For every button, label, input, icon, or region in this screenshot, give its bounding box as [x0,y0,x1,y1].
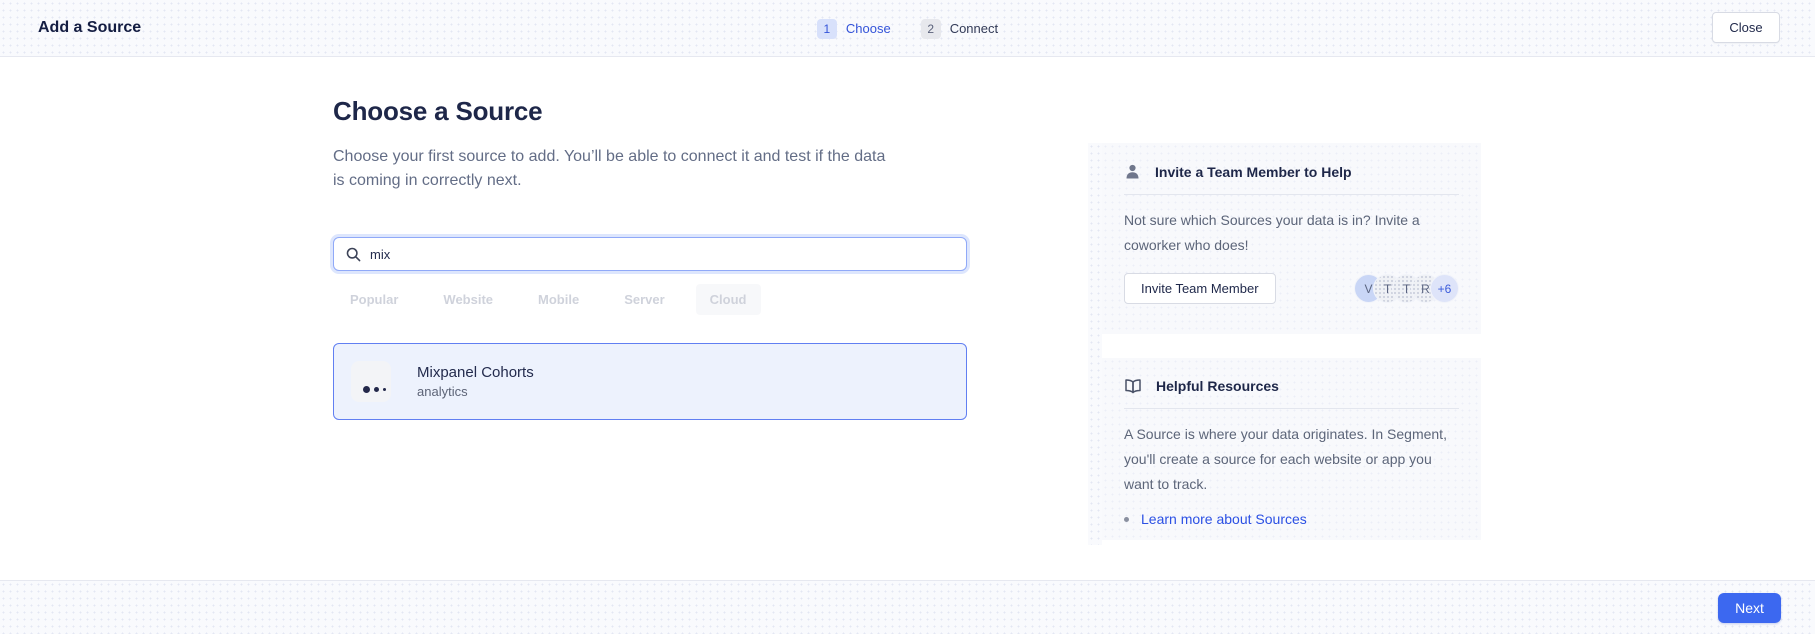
step-2-badge: 2 [921,19,941,39]
step-choose[interactable]: 1 Choose [817,19,891,39]
tab-cloud[interactable]: Cloud [696,284,761,315]
search-box[interactable] [333,237,967,271]
invite-card-header: Invite a Team Member to Help [1124,163,1459,180]
source-card-text: Mixpanel Cohorts analytics [417,364,534,399]
source-card-mixpanel-cohorts[interactable]: Mixpanel Cohorts analytics [333,343,967,420]
resources-link-list: Learn more about Sources [1124,511,1459,527]
page-heading: Choose a Source [333,96,542,127]
avatar-overflow-count: +6 [1430,274,1459,303]
source-name: Mixpanel Cohorts [417,364,534,381]
resources-card-header: Helpful Resources [1124,378,1459,394]
category-tabs: Popular Website Mobile Server Cloud [336,284,761,314]
add-source-window: Add a Source 1 Choose 2 Connect Close Ch… [0,0,1815,634]
step-connect[interactable]: 2 Connect [921,19,998,39]
invite-row: Invite Team Member V T T R +6 [1124,273,1459,304]
tab-mobile[interactable]: Mobile [524,284,593,315]
topbar: Add a Source 1 Choose 2 Connect Close [0,0,1815,57]
search-input[interactable] [370,247,954,262]
divider [1124,408,1459,409]
step-1-badge: 1 [817,19,837,39]
divider [1124,194,1459,195]
bullet-icon [1124,517,1129,522]
book-icon [1124,378,1142,394]
source-category: analytics [417,384,534,399]
sidebar-scroll-gutter[interactable] [1088,143,1102,545]
person-icon [1124,163,1141,180]
list-item: Learn more about Sources [1124,511,1459,527]
footer-bar: Next [0,580,1815,634]
next-button[interactable]: Next [1718,593,1781,623]
invite-team-card: Invite a Team Member to Help Not sure wh… [1102,143,1481,334]
page-description: Choose your first source to add. You’ll … [333,145,893,193]
close-button[interactable]: Close [1712,12,1780,43]
step-1-label: Choose [846,21,891,36]
learn-more-sources-link[interactable]: Learn more about Sources [1141,511,1307,527]
helpful-resources-card: Helpful Resources A Source is where your… [1102,358,1481,540]
invite-team-member-button[interactable]: Invite Team Member [1124,273,1276,304]
search-icon [346,247,361,262]
invite-card-body: Not sure which Sources your data is in? … [1124,208,1459,258]
tab-popular[interactable]: Popular [336,284,412,315]
invite-card-title: Invite a Team Member to Help [1155,164,1352,180]
resources-card-title: Helpful Resources [1156,378,1279,394]
mixpanel-logo [351,361,391,402]
stepper: 1 Choose 2 Connect [0,0,1815,57]
resources-card-body: A Source is where your data originates. … [1124,422,1459,497]
step-2-label: Connect [950,21,998,36]
mixpanel-dots-icon [363,386,386,393]
tab-website[interactable]: Website [429,284,507,315]
avatar-stack: V T T R +6 [1354,274,1459,303]
tab-server[interactable]: Server [610,284,678,315]
